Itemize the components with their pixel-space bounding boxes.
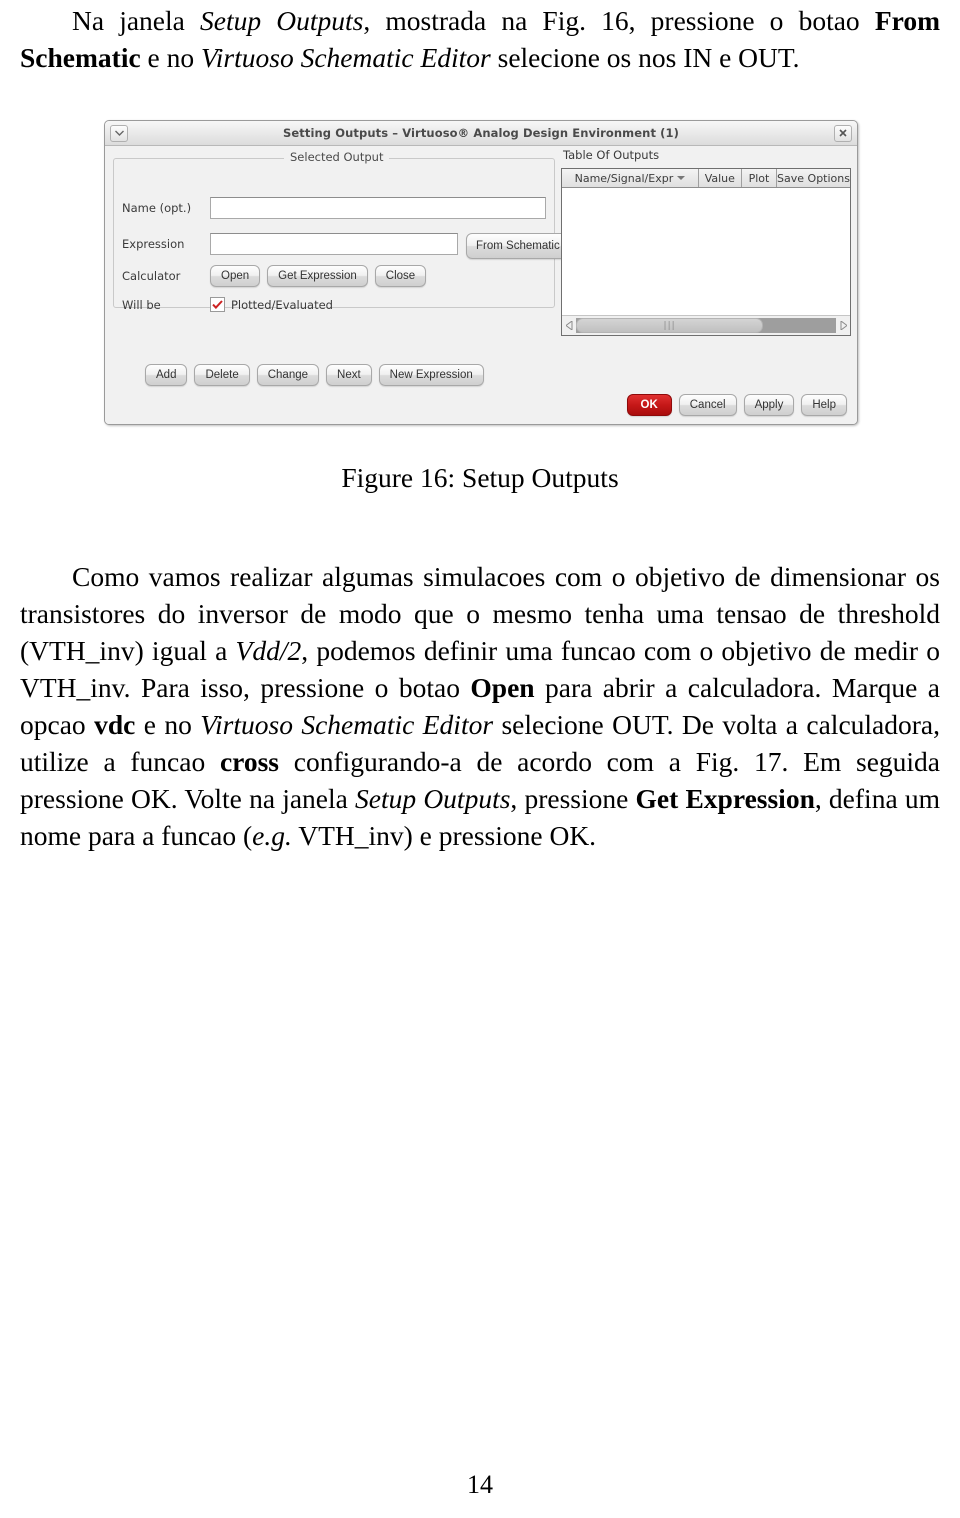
change-button[interactable]: Change — [256, 364, 320, 386]
italic-run: Setup Outputs — [200, 5, 364, 36]
will-be-row: Will be Plotted/Evaluated — [122, 297, 333, 312]
scrollbar-thumb[interactable]: ||| — [576, 318, 764, 333]
text-run: e no — [140, 42, 202, 73]
next-button[interactable]: Next — [326, 364, 372, 386]
body-paragraph-text: Como vamos realizar algumas simulacoes c… — [20, 558, 940, 854]
column-header-plot[interactable]: Plot — [742, 169, 778, 187]
name-input[interactable] — [210, 197, 546, 219]
math-run: Vdd/2 — [235, 635, 302, 666]
document-page: Na janela Setup Outputs, mostrada na Fig… — [0, 0, 960, 1518]
text-run: , pressione — [510, 783, 636, 814]
text-run: selecione os nos IN e OUT. — [490, 42, 800, 73]
add-button[interactable]: Add — [145, 364, 188, 386]
selected-output-group-title: Selected Output — [284, 150, 390, 164]
table-horizontal-scrollbar[interactable]: ||| — [562, 315, 850, 335]
dialog-title: Setting Outputs – Virtuoso® Analog Desig… — [283, 126, 679, 140]
setup-outputs-dialog-figure: Setting Outputs – Virtuoso® Analog Desig… — [104, 120, 858, 425]
will-be-label: Will be — [122, 297, 161, 312]
from-schematic-button[interactable]: From Schematic — [466, 233, 570, 259]
triangle-right-icon[interactable] — [836, 317, 850, 334]
ok-button[interactable]: OK — [626, 394, 672, 416]
name-row: Name (opt.) — [122, 197, 546, 219]
column-header-name-signal-expr-label: Name/Signal/Expr — [574, 171, 674, 185]
cancel-button[interactable]: Cancel — [678, 394, 737, 416]
calculator-row: Calculator Open Get Expression Close — [122, 265, 427, 287]
plotted-evaluated-label: Plotted/Evaluated — [231, 297, 333, 312]
checkmark-icon[interactable] — [210, 297, 225, 312]
italic-run: Virtuoso Schematic Editor — [201, 42, 491, 73]
figure-caption: Figure 16: Setup Outputs — [341, 462, 619, 493]
expression-row: Expression — [122, 233, 458, 255]
new-expression-button[interactable]: New Expression — [378, 364, 484, 386]
help-button[interactable]: Help — [801, 394, 847, 416]
calculator-open-button[interactable]: Open — [210, 265, 261, 287]
bold-run: Open — [470, 672, 535, 703]
chevron-down-icon[interactable] — [110, 124, 128, 142]
selected-output-group: Selected Output Name (opt.) Expression F… — [113, 150, 570, 312]
close-icon[interactable] — [834, 124, 852, 142]
name-label: Name (opt.) — [122, 201, 192, 215]
italic-run: e.g. — [252, 820, 292, 851]
bold-run: Get Expression — [635, 783, 815, 814]
column-header-name-signal-expr[interactable]: Name/Signal/Expr — [562, 169, 699, 187]
text-run: VTH_inv) e pressione OK. — [291, 820, 597, 851]
calculator-label: Calculator — [122, 269, 181, 283]
bold-run: vdc — [94, 709, 136, 740]
page-number: 14 — [467, 1470, 493, 1499]
expression-input[interactable] — [210, 233, 458, 255]
column-header-value[interactable]: Value — [699, 169, 742, 187]
body-paragraph: Como vamos realizar algumas simulacoes c… — [20, 558, 940, 854]
column-header-save-options[interactable]: Save Options — [777, 169, 850, 187]
sort-descending-caret-icon[interactable] — [677, 176, 686, 180]
triangle-left-icon[interactable] — [562, 317, 576, 334]
text-run: e no — [135, 709, 201, 740]
table-header-row: Name/Signal/Expr Value Plot Save Options — [562, 169, 850, 188]
table-of-outputs: Name/Signal/Expr Value Plot Save Options — [561, 168, 851, 336]
table-of-outputs-title: Table Of Outputs — [563, 148, 660, 162]
delete-button[interactable]: Delete — [194, 364, 250, 386]
grip-icon: ||| — [663, 320, 676, 331]
calculator-close-button[interactable]: Close — [374, 265, 427, 287]
expression-label: Expression — [122, 237, 185, 251]
text-run: Na janela — [72, 5, 201, 36]
intro-paragraph-text: Na janela Setup Outputs, mostrada na Fig… — [20, 2, 940, 76]
plotted-evaluated-checkbox-group[interactable]: Plotted/Evaluated — [210, 297, 333, 312]
calculator-get-expression-button[interactable]: Get Expression — [267, 265, 368, 287]
bold-run: cross — [219, 746, 280, 777]
text-run: , mostrada na Fig. 16, pressione o botao — [363, 5, 875, 36]
intro-paragraph: Na janela Setup Outputs, mostrada na Fig… — [20, 2, 940, 76]
dialog-title-bar: Setting Outputs – Virtuoso® Analog Desig… — [105, 121, 857, 146]
scrollbar-track[interactable]: ||| — [576, 318, 836, 333]
dialog-body: Selected Output Name (opt.) Expression F… — [105, 146, 857, 424]
italic-run: Setup Outputs — [355, 783, 511, 814]
apply-button[interactable]: Apply — [743, 394, 795, 416]
dialog-footer-buttons: OK Cancel Apply Help — [626, 394, 847, 416]
table-body-empty[interactable] — [562, 188, 850, 315]
italic-run: Virtuoso Schematic Editor — [200, 709, 494, 740]
action-buttons-row: Add Delete Change Next New Expression — [145, 364, 484, 386]
